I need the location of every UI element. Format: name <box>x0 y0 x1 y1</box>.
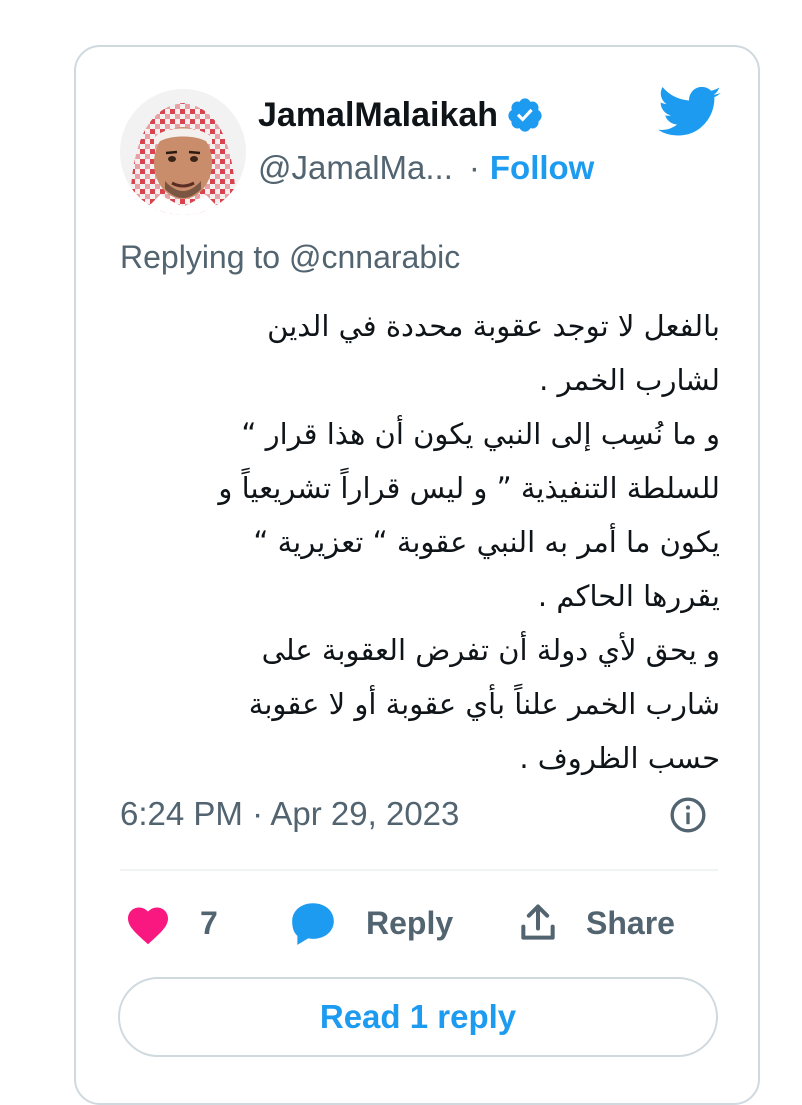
author-name[interactable]: JamalMalaikah <box>258 96 498 135</box>
read-replies-button[interactable]: Read 1 reply <box>118 977 718 1057</box>
share-label: Share <box>586 904 675 941</box>
tweet-card: JamalMalaikah @JamalMa... · Follow Reply… <box>74 45 760 1105</box>
author-handle[interactable]: @JamalMa... <box>258 149 453 187</box>
divider <box>120 869 718 871</box>
follow-button[interactable]: Follow <box>490 149 594 187</box>
reply-bubble-icon <box>292 903 334 945</box>
tweet-timestamp[interactable]: 6:24 PM · Apr 29, 2023 <box>120 795 459 833</box>
share-icon <box>521 904 555 940</box>
twitter-bird-icon[interactable] <box>658 85 722 141</box>
author-name-row: JamalMalaikah <box>258 91 544 139</box>
tweet-body-text: بالفعل لا توجد عقوبة محددة في الدين لشار… <box>218 309 720 775</box>
info-icon[interactable] <box>668 795 708 835</box>
avatar[interactable] <box>120 89 246 215</box>
reply-label: Reply <box>366 904 454 941</box>
share-button[interactable]: Share <box>516 893 675 953</box>
verified-badge-icon <box>508 98 542 132</box>
tweet-actions-bar: 7 Reply Share <box>120 893 720 953</box>
heart-icon <box>128 907 168 945</box>
reply-button[interactable]: Reply <box>288 893 453 953</box>
avatar-image <box>120 89 246 215</box>
replying-to-text[interactable]: Replying to @cnnarabic <box>120 239 460 276</box>
separator-dot: · <box>468 149 480 186</box>
like-button[interactable]: 7 <box>124 893 218 953</box>
author-handle-row: @JamalMa... · Follow <box>258 145 594 191</box>
like-count: 7 <box>200 904 218 941</box>
